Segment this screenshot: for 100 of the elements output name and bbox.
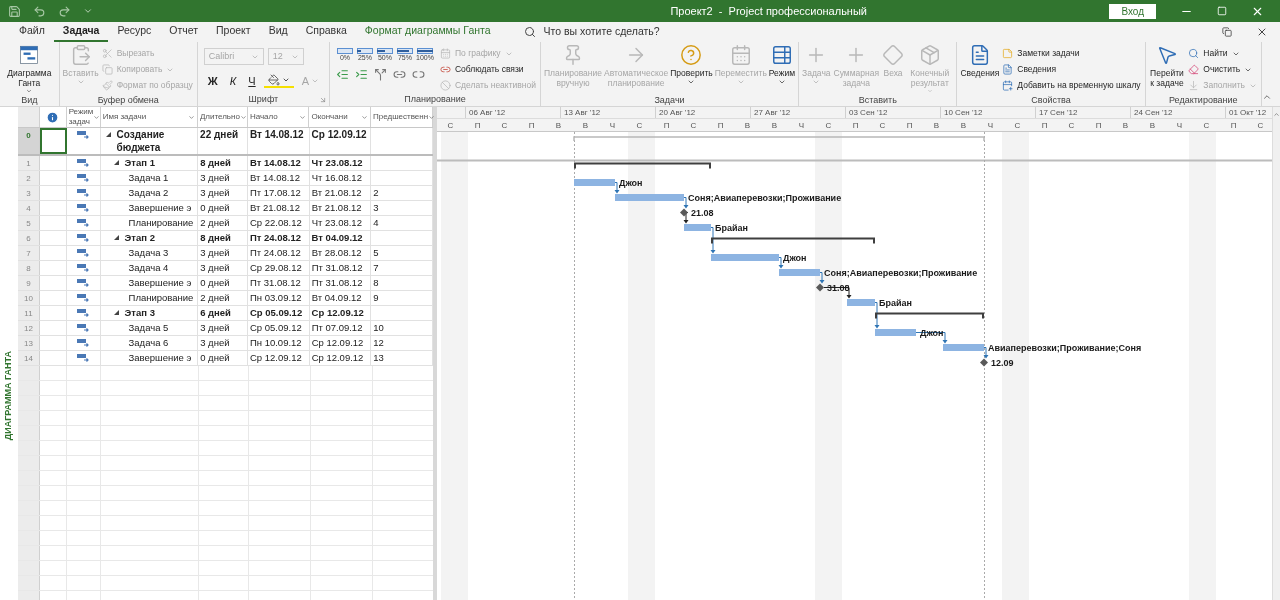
ribbon-button[interactable]: Диаграмма Ганта [2,42,57,94]
table-cell: Вт 21.08.12 [311,201,362,214]
restore-icon[interactable] [1222,27,1232,37]
row-header[interactable] [18,366,40,380]
ribbon-tab[interactable]: Ресурс [108,22,161,42]
ribbon-tab[interactable]: Справка [296,22,356,42]
save-icon[interactable] [8,4,21,18]
column-header[interactable]: Режим задач [66,107,101,127]
ribbon-button[interactable]: Режим [767,42,797,94]
row-number[interactable]: 4 [18,201,40,215]
summary-bar[interactable] [574,162,711,170]
collapse-triangle-icon[interactable] [112,234,120,241]
collapse-triangle-icon[interactable] [112,159,120,166]
link-icon[interactable] [392,68,406,81]
outdent-icon[interactable] [335,68,349,81]
corner-cell[interactable] [18,107,40,127]
ribbon-button[interactable]: Перейти к задаче [1147,42,1187,94]
scrollbar[interactable] [1272,107,1280,600]
ribbon-tab[interactable]: Проект [207,22,260,42]
row-number[interactable]: 1 [18,156,40,170]
row-header[interactable] [18,396,40,410]
row-header[interactable] [18,486,40,500]
fill-color-button[interactable] [263,74,294,89]
row-number[interactable]: 0 [18,128,40,154]
task-mode-icon [77,249,90,257]
table-cell: 4 [373,216,379,229]
indent-icon[interactable] [354,68,368,81]
table-cell: 22 дней [200,128,239,141]
row-number[interactable]: 2 [18,171,40,185]
row-header[interactable] [18,441,40,455]
dialog-launcher-icon[interactable] [318,96,327,104]
row-number[interactable]: 6 [18,231,40,245]
row-header[interactable] [18,561,40,575]
ribbon-button[interactable]: Найти [1186,46,1259,61]
ribbon-button[interactable]: Соблюдать связи [437,62,538,77]
row-header[interactable] [18,516,40,530]
sign-in-button[interactable]: Вход [1109,3,1156,19]
milestone-marker[interactable] [680,208,688,217]
row-number[interactable]: 12 [18,321,40,335]
day-label: П [473,120,482,132]
ribbon-tab[interactable]: Файл [10,22,54,42]
row-header[interactable] [18,471,40,485]
split-icon[interactable] [373,68,387,81]
column-header[interactable]: Длительно [197,107,248,127]
ribbon-button[interactable]: Очистить [1186,62,1259,77]
format-button[interactable]: К [225,73,241,90]
row-number[interactable]: 7 [18,246,40,260]
row-header[interactable] [18,426,40,440]
undo-icon[interactable] [33,4,46,18]
milestone-marker[interactable] [980,358,988,367]
bar-label: Соня;Авиаперевозки;Проживание [824,267,978,278]
column-header[interactable]: Начало [247,107,310,127]
table-cell: Ср 12.09.12 [249,351,302,364]
close-icon[interactable] [1256,26,1268,38]
unlink-icon[interactable] [411,68,425,81]
redo-icon[interactable] [58,4,71,18]
table-cell: Ср 12.09.12 [311,336,364,349]
row-number[interactable]: 14 [18,351,40,365]
selected-cell[interactable] [39,128,67,154]
ribbon-button[interactable]: Добавить на временную шкалу [1000,78,1143,93]
row-header[interactable] [18,381,40,395]
row-number[interactable]: 3 [18,186,40,200]
day-label: С [824,120,833,132]
row-number[interactable]: 13 [18,336,40,350]
collapse-triangle-icon[interactable] [104,131,112,138]
ribbon-button[interactable]: Сведения [1000,62,1143,77]
task-mode-icon [77,279,90,287]
collapse-ribbon-icon[interactable] [1262,92,1272,102]
row-number[interactable]: 5 [18,216,40,230]
search-field[interactable]: Что вы хотите сделать? [543,24,704,40]
row-header[interactable] [18,456,40,470]
column-header[interactable]: Имя задачи [100,107,198,127]
row-header[interactable] [18,576,40,590]
column-header[interactable]: Предшественн [371,107,433,127]
ribbon-tab[interactable]: Отчет [160,22,208,42]
format-button[interactable]: Ж [203,73,222,90]
row-number[interactable]: 8 [18,261,40,275]
table-cell: Пн 10.09.12 [249,336,302,349]
row-header[interactable] [18,411,40,425]
ribbon-button[interactable]: Сведения [959,42,1001,94]
summary-bar[interactable] [711,237,875,245]
row-number[interactable]: 11 [18,306,40,320]
row-number[interactable]: 10 [18,291,40,305]
ribbon-button[interactable]: Заметки задачи [1000,46,1143,61]
ribbon-button[interactable]: Проверить [669,42,714,94]
row-number[interactable]: 9 [18,276,40,290]
milestone-marker[interactable] [816,283,824,292]
row-header[interactable] [18,546,40,560]
maximize-icon[interactable] [1217,6,1227,16]
scroll-up-icon[interactable] [1273,111,1280,118]
summary-bar[interactable] [875,312,984,320]
collapse-triangle-icon[interactable] [112,309,120,316]
row-header[interactable] [18,531,40,545]
format-button[interactable]: Ч [244,73,260,90]
row-header[interactable] [18,501,40,515]
table-cell: Ср 05.09.12 [249,306,303,319]
customize-icon[interactable] [83,6,93,16]
ribbon-tab[interactable]: Формат диаграммы Ганта [355,22,500,42]
ribbon-tab[interactable]: Вид [259,22,297,42]
column-header[interactable]: Окончани [309,107,371,127]
